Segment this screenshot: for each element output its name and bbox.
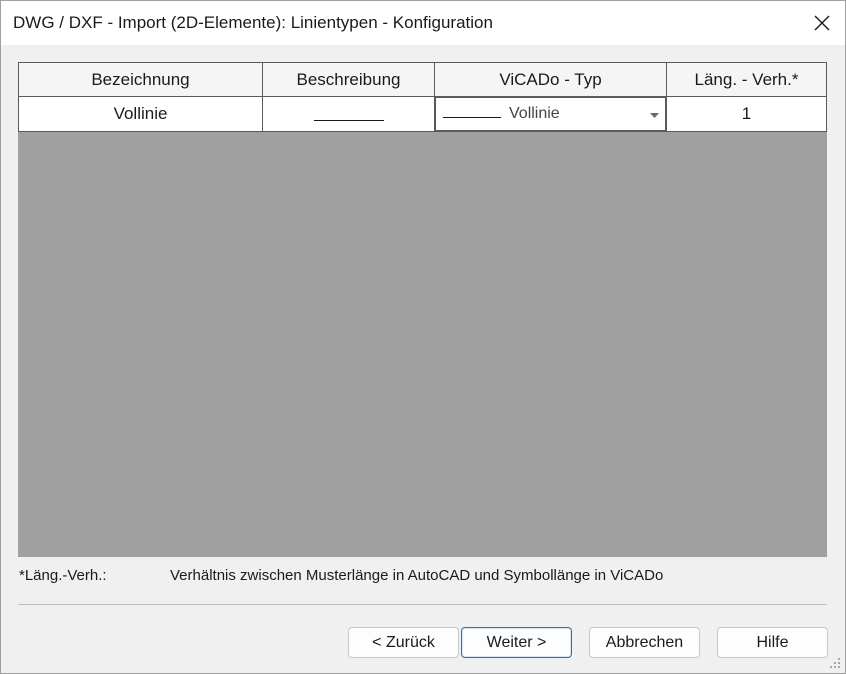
close-icon [814,15,830,31]
linetype-grid[interactable]: Bezeichnung Beschreibung ViCADo - Typ Lä… [18,62,827,557]
resize-grip-icon[interactable] [829,657,841,669]
table-row[interactable]: Vollinie Vollinie 1 [18,96,827,132]
cell-bezeichnung[interactable]: Vollinie [18,96,263,132]
title-bar: DWG / DXF - Import (2D-Elemente): Linien… [1,1,845,45]
help-button[interactable]: Hilfe [717,627,828,658]
back-button[interactable]: < Zurück [348,627,459,658]
cell-laeng-verh[interactable]: 1 [666,96,827,132]
cell-beschreibung [262,96,435,132]
footnote-text: Verhältnis zwischen Musterlänge in AutoC… [170,567,664,584]
cancel-button[interactable]: Abbrechen [589,627,700,658]
close-button[interactable] [799,1,845,45]
linetype-table: Bezeichnung Beschreibung ViCADo - Typ Lä… [18,62,827,132]
column-header-laeng-verh[interactable]: Läng. - Verh.* [666,62,827,97]
separator [18,604,827,605]
chevron-down-icon[interactable] [650,113,659,118]
column-header-bezeichnung[interactable]: Bezeichnung [18,62,263,97]
footnote-label: *Läng.-Verh.: [19,567,107,584]
cell-vicado-typ[interactable]: Vollinie [434,96,667,132]
vicado-typ-dropdown[interactable]: Vollinie [435,97,666,131]
column-header-vicado-typ[interactable]: ViCADo - Typ [434,62,667,97]
next-button[interactable]: Weiter > [461,627,572,658]
table-header-row: Bezeichnung Beschreibung ViCADo - Typ Lä… [18,62,827,97]
dropdown-value: Vollinie [509,105,560,122]
solid-line-sample-icon [313,120,384,122]
dialog-window: DWG / DXF - Import (2D-Elemente): Linien… [0,0,846,674]
column-header-beschreibung[interactable]: Beschreibung [262,62,435,97]
solid-line-sample-icon [443,116,501,118]
window-title: DWG / DXF - Import (2D-Elemente): Linien… [13,13,493,32]
